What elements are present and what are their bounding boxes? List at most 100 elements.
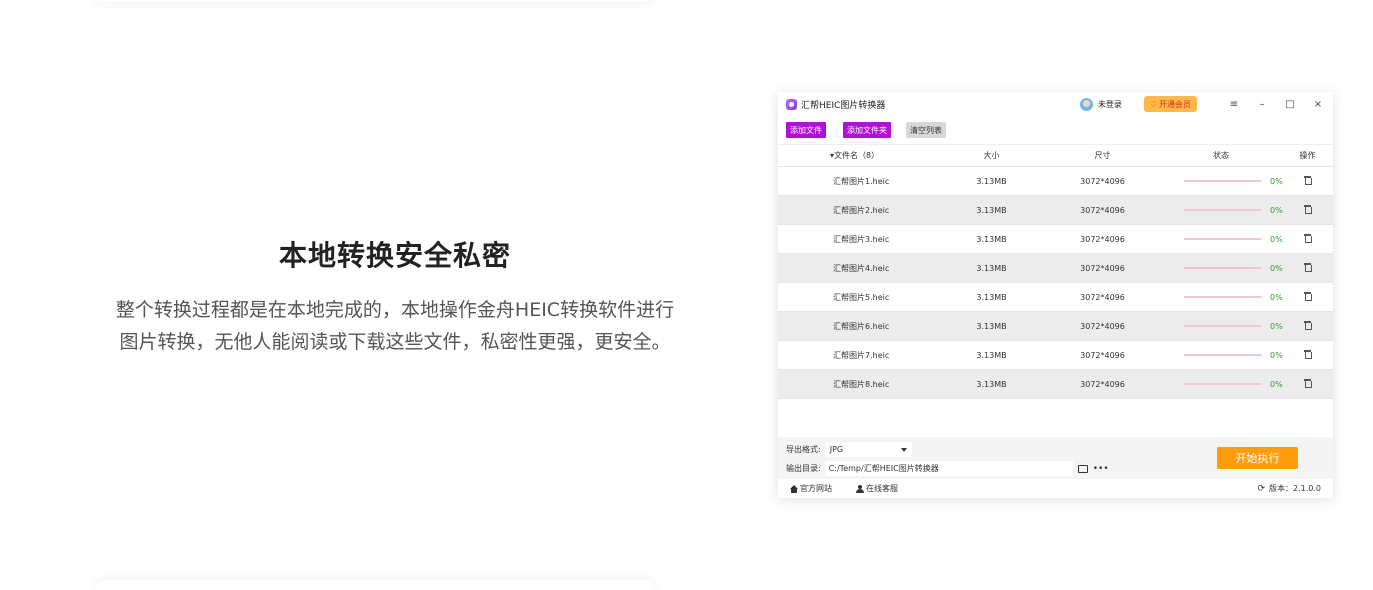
file-size: 3.13MB — [976, 321, 1007, 331]
delete-button[interactable] — [1282, 292, 1333, 302]
app-logo-icon — [786, 98, 797, 110]
delete-button[interactable] — [1282, 321, 1333, 331]
delete-button[interactable] — [1282, 176, 1333, 186]
file-name: 汇帮图片5.heic — [833, 292, 890, 302]
table-row[interactable]: 汇帮图片6.heic 3.13MB 3072*4096 0% — [778, 312, 1333, 341]
header-op: 操作 — [1299, 151, 1316, 160]
file-size: 3.13MB — [976, 205, 1007, 215]
trash-icon — [1304, 292, 1312, 301]
output-path-input[interactable]: C:/Temp/汇帮HEIC图片转换器 — [824, 461, 1073, 476]
add-file-button[interactable]: 添加文件 — [786, 122, 826, 138]
table-row[interactable]: 汇帮图片8.heic 3.13MB 3072*4096 0% — [778, 370, 1333, 399]
delete-button[interactable] — [1282, 379, 1333, 389]
header-size: 大小 — [983, 151, 1000, 160]
file-name: 汇帮图片1.heic — [833, 176, 890, 186]
header-status: 状态 — [1213, 151, 1229, 160]
file-name: 汇帮图片7.heic — [833, 350, 890, 360]
website-label: 官方网站 — [800, 484, 832, 493]
chevron-down-icon — [900, 447, 907, 452]
progress-bar — [1184, 296, 1261, 298]
table-row[interactable]: 汇帮图片7.heic 3.13MB 3072*4096 0% — [778, 341, 1333, 370]
progress-bar — [1184, 267, 1261, 269]
more-icon[interactable]: ••• — [1093, 464, 1109, 474]
progress-percent: 0% — [1270, 379, 1283, 389]
delete-button[interactable] — [1282, 263, 1333, 273]
avatar-icon[interactable] — [1079, 97, 1093, 111]
delete-button[interactable] — [1282, 234, 1333, 244]
delete-button[interactable] — [1282, 350, 1333, 360]
trash-icon — [1304, 205, 1312, 214]
version-info[interactable]: ⟳ 版本：2.1.0.0 — [1257, 483, 1321, 494]
table-row[interactable]: 汇帮图片1.heic 3.13MB 3072*4096 0% — [778, 167, 1333, 196]
bottom-panel: 导出格式: JPG 输出目录: C:/Temp/汇帮HEIC图片转换器 ••• … — [778, 437, 1333, 498]
version-label: 版本：2.1.0.0 — [1269, 484, 1321, 493]
home-icon — [790, 484, 798, 493]
feature-desc-line2: 图片转换，无他人能阅读或下载这些文件，私密性更强，更安全。 — [119, 331, 671, 353]
format-select[interactable]: JPG — [824, 442, 912, 457]
feature-heading: 本地转换安全私密 — [278, 239, 511, 272]
table-header: ▾文件名（8） 大小 尺寸 状态 操作 — [778, 144, 1333, 167]
progress-percent: 0% — [1270, 350, 1283, 360]
page: 本地转换安全私密 整个转换过程都是在本地完成的，本地操作金舟HEIC转换软件进行… — [0, 0, 1373, 590]
website-link[interactable]: 官方网站 — [790, 483, 832, 494]
progress-percent: 0% — [1270, 292, 1283, 302]
format-label: 导出格式: — [786, 445, 821, 454]
file-size: 3.13MB — [976, 379, 1007, 389]
file-status: 0% — [1160, 350, 1283, 360]
progress-percent: 0% — [1270, 263, 1283, 273]
progress-bar — [1184, 354, 1261, 356]
delete-button[interactable] — [1282, 205, 1333, 215]
maximize-icon[interactable]: □ — [1283, 99, 1297, 110]
vip-button[interactable]: ♡ 开通会员 — [1143, 96, 1197, 112]
progress-bar — [1184, 383, 1261, 385]
file-status: 0% — [1160, 206, 1283, 215]
progress-bar — [1184, 238, 1261, 240]
output-label: 输出目录: — [786, 464, 821, 473]
file-status: 0% — [1160, 379, 1283, 389]
file-size: 3.13MB — [976, 292, 1007, 302]
file-status: 0% — [1160, 263, 1283, 273]
add-folder-button[interactable]: 添加文件夹 — [843, 122, 891, 138]
clear-list-button[interactable]: 清空列表 — [906, 122, 946, 138]
user-icon — [856, 484, 864, 493]
output-row: 输出目录: C:/Temp/汇帮HEIC图片转换器 ••• — [786, 461, 1109, 476]
trash-icon — [1304, 321, 1312, 330]
file-size: 3.13MB — [976, 176, 1007, 186]
trash-icon — [1304, 263, 1312, 272]
file-status: 0% — [1160, 321, 1283, 331]
table-row[interactable]: 汇帮图片2.heic 3.13MB 3072*4096 0% — [778, 196, 1333, 225]
start-button[interactable]: 开始执行 — [1217, 447, 1298, 469]
table-row[interactable]: 汇帮图片5.heic 3.13MB 3072*4096 0% — [778, 283, 1333, 312]
menu-icon[interactable]: ≡ — [1227, 99, 1241, 110]
refresh-icon: ⟳ — [1257, 483, 1265, 494]
support-label: 在线客服 — [866, 484, 898, 493]
file-table: 汇帮图片1.heic 3.13MB 3072*4096 0% 汇帮图片2.heic 3.1… — [778, 167, 1333, 399]
trash-icon — [1304, 234, 1312, 243]
progress-percent: 0% — [1270, 321, 1283, 331]
minimize-icon[interactable]: – — [1255, 99, 1269, 110]
file-dimension: 3072*4096 — [1080, 176, 1125, 186]
heart-icon: ♡ — [1149, 99, 1157, 109]
file-status: 0% — [1160, 234, 1283, 244]
feature-description: 整个转换过程都是在本地完成的，本地操作金舟HEIC转换软件进行 图片转换，无他人… — [95, 294, 695, 358]
file-dimension: 3072*4096 — [1080, 263, 1125, 273]
file-dimension: 3072*4096 — [1080, 205, 1125, 215]
file-status: 0% — [1160, 177, 1283, 186]
app-title: 汇帮HEIC图片转换器 — [801, 100, 886, 111]
folder-icon[interactable] — [1077, 464, 1088, 473]
table-row[interactable]: 汇帮图片4.heic 3.13MB 3072*4096 0% — [778, 254, 1333, 283]
support-link[interactable]: 在线客服 — [856, 483, 898, 494]
file-name: 汇帮图片2.heic — [833, 205, 890, 215]
table-row[interactable]: 汇帮图片3.heic 3.13MB 3072*4096 0% — [778, 225, 1333, 254]
progress-percent: 0% — [1270, 234, 1283, 244]
close-icon[interactable]: × — [1311, 99, 1325, 110]
titlebar: 汇帮HEIC图片转换器 未登录 ♡ 开通会员 ≡ – □ × — [778, 92, 1333, 116]
vip-label: 开通会员 — [1159, 99, 1191, 109]
section-divider-bottom — [95, 580, 655, 590]
header-name[interactable]: ▾文件名（8） — [778, 150, 938, 161]
progress-bar — [1184, 325, 1261, 327]
login-link[interactable]: 未登录 — [1098, 99, 1122, 110]
toolbar: 添加文件 添加文件夹 清空列表 — [778, 116, 1333, 144]
progress-bar — [1184, 180, 1261, 182]
trash-icon — [1304, 350, 1312, 359]
